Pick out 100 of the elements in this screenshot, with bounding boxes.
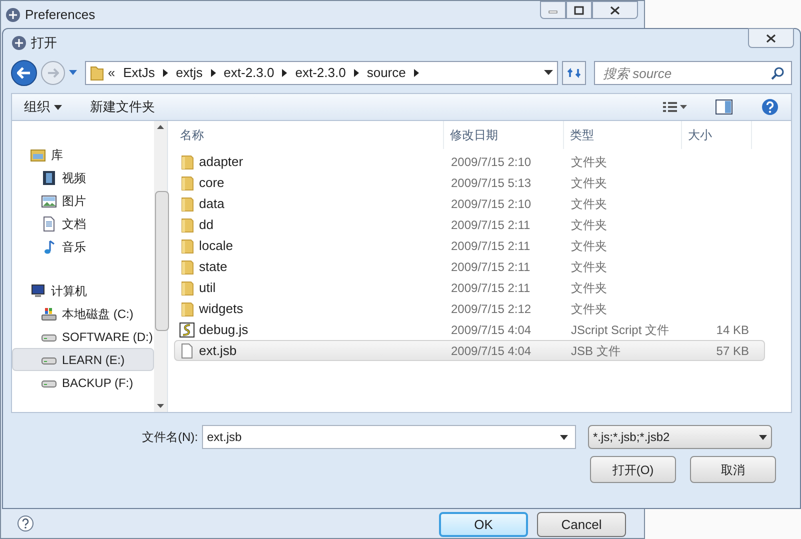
dropdown-arrow-icon[interactable] <box>544 70 554 76</box>
overflow-chevron[interactable]: « <box>108 63 116 83</box>
column-header[interactable]: 大小 <box>682 121 752 149</box>
sidebar-item[interactable]: 文档 <box>12 212 154 235</box>
breadcrumb-item[interactable]: ExtJs <box>123 63 155 83</box>
help-icon[interactable] <box>761 98 779 116</box>
folder-icon <box>179 300 195 316</box>
file-type: 文件夹 <box>570 280 608 296</box>
cancel-button[interactable]: 取消 <box>690 456 776 483</box>
back-button[interactable] <box>11 60 37 86</box>
folder-icon <box>90 65 104 81</box>
column-header[interactable]: 名称 <box>174 121 444 149</box>
help-icon[interactable] <box>17 515 34 532</box>
dropdown-arrow-icon[interactable] <box>560 435 568 440</box>
dialog-title: 打开 <box>31 34 57 52</box>
file-date: 2009/7/15 4:04 <box>450 322 532 338</box>
new-folder-button[interactable]: 新建文件夹 <box>90 97 155 117</box>
sidebar-group[interactable]: 计算机 <box>30 279 154 302</box>
file-row[interactable]: state 2009/7/15 2:11 文件夹 <box>174 256 765 277</box>
sidebar-group[interactable]: 库 <box>30 143 154 166</box>
filename-field[interactable]: ext.jsb <box>202 425 576 449</box>
chevron-icon[interactable] <box>354 69 359 77</box>
file-date: 2009/7/15 2:11 <box>450 280 532 296</box>
file-date: 2009/7/15 2:12 <box>450 300 532 318</box>
file-date: 2009/7/15 2:11 <box>450 216 532 234</box>
file-icon <box>179 342 195 358</box>
sidebar-item[interactable]: BACKUP (F:) <box>12 371 154 394</box>
folder-icon <box>179 238 195 254</box>
file-row[interactable]: data 2009/7/15 2:10 文件夹 <box>174 193 765 214</box>
file-size: 57 KB <box>715 342 750 360</box>
organize-menu[interactable]: 组织 <box>24 97 62 117</box>
scrollbar-thumb[interactable] <box>154 191 169 331</box>
open-button[interactable]: 打开(O) <box>590 456 676 483</box>
forward-arrow-icon <box>46 68 59 78</box>
file-row[interactable]: ext.jsb 2009/7/15 4:04 JSB 文件 57 KB <box>174 340 765 361</box>
file-row[interactable]: locale 2009/7/15 2:11 文件夹 <box>174 235 765 256</box>
file-name: dd <box>199 216 214 234</box>
file-row[interactable]: core 2009/7/15 5:13 文件夹 <box>174 172 765 193</box>
file-row[interactable]: dd 2009/7/15 2:11 文件夹 <box>174 214 765 235</box>
file-row[interactable]: widgets 2009/7/15 2:12 文件夹 <box>174 298 765 319</box>
folder-icon <box>179 280 195 296</box>
address-bar[interactable]: « ExtJs extjs ext-2.3.0 ext-2.3.0 source <box>84 61 558 85</box>
dropdown-arrow-icon <box>759 434 767 440</box>
refresh-icon <box>567 67 581 79</box>
library-icon <box>30 146 46 162</box>
preview-pane-icon[interactable] <box>715 99 733 115</box>
file-type-dropdown[interactable]: *.js;*.jsb;*.jsb2 <box>588 425 772 449</box>
folder-icon <box>179 174 195 190</box>
maximize-button[interactable] <box>566 1 592 19</box>
column-header[interactable]: 类型 <box>564 121 682 149</box>
filename-label: 文件名(N): <box>141 429 198 446</box>
close-icon <box>610 6 620 14</box>
file-date: 2009/7/15 4:04 <box>450 342 532 360</box>
file-name: data <box>199 194 224 213</box>
breadcrumb-item[interactable]: ext-2.3.0 <box>295 63 346 83</box>
window-title: Preferences <box>25 6 96 24</box>
file-name: debug.js <box>199 320 248 339</box>
script-file-icon <box>179 322 195 338</box>
chevron-icon[interactable] <box>162 69 168 77</box>
sidebar-item[interactable]: 图片 <box>12 189 154 212</box>
breadcrumb-item[interactable]: source <box>366 63 406 83</box>
close-button[interactable] <box>592 1 638 19</box>
sidebar-item[interactable]: LEARN (E:) <box>12 348 154 371</box>
file-name: adapter <box>199 152 244 171</box>
breadcrumb-item[interactable]: ext-2.3.0 <box>224 63 274 83</box>
scroll-up-icon <box>156 125 164 129</box>
folder-icon <box>179 216 195 232</box>
file-type: 文件夹 <box>570 154 608 170</box>
breadcrumb-item[interactable]: extjs <box>176 63 203 83</box>
view-options-button[interactable] <box>663 101 687 113</box>
cancel-button[interactable]: Cancel <box>537 512 626 537</box>
film-icon <box>41 170 57 186</box>
file-type: JSB 文件 <box>570 342 622 360</box>
chevron-icon[interactable] <box>282 69 288 77</box>
file-row[interactable]: adapter 2009/7/15 2:10 文件夹 <box>174 151 765 172</box>
file-type: 文件夹 <box>570 300 608 318</box>
file-name: core <box>199 174 224 192</box>
scrollbar[interactable] <box>154 121 167 412</box>
column-header[interactable]: 修改日期 <box>444 121 564 149</box>
file-row[interactable]: util 2009/7/15 2:11 文件夹 <box>174 277 765 298</box>
back-arrow-icon <box>16 67 31 79</box>
file-date: 2009/7/15 2:10 <box>450 196 532 212</box>
ok-button[interactable]: OK <box>439 512 528 537</box>
close-button[interactable] <box>748 28 794 48</box>
sidebar-item[interactable]: 音乐 <box>12 235 154 258</box>
folder-icon <box>179 258 195 274</box>
folder-icon <box>179 154 195 170</box>
refresh-button[interactable] <box>562 61 586 85</box>
chevron-icon[interactable] <box>210 69 216 77</box>
chevron-icon[interactable] <box>414 69 419 77</box>
file-type: 文件夹 <box>570 258 608 276</box>
file-row[interactable]: debug.js 2009/7/15 4:04 JScript Script 文件 14 KB <box>174 319 765 340</box>
search-field[interactable]: 搜索 source <box>594 61 792 85</box>
sidebar-item[interactable]: SOFTWARE (D:) <box>12 325 154 348</box>
list-view-icon <box>663 101 687 113</box>
file-date: 2009/7/15 2:11 <box>450 258 532 276</box>
sidebar-item[interactable]: 视频 <box>12 166 154 189</box>
sidebar-item[interactable]: 本地磁盘 (C:) <box>12 302 154 325</box>
scroll-down-icon <box>156 404 164 408</box>
file-date: 2009/7/15 2:10 <box>450 154 532 170</box>
